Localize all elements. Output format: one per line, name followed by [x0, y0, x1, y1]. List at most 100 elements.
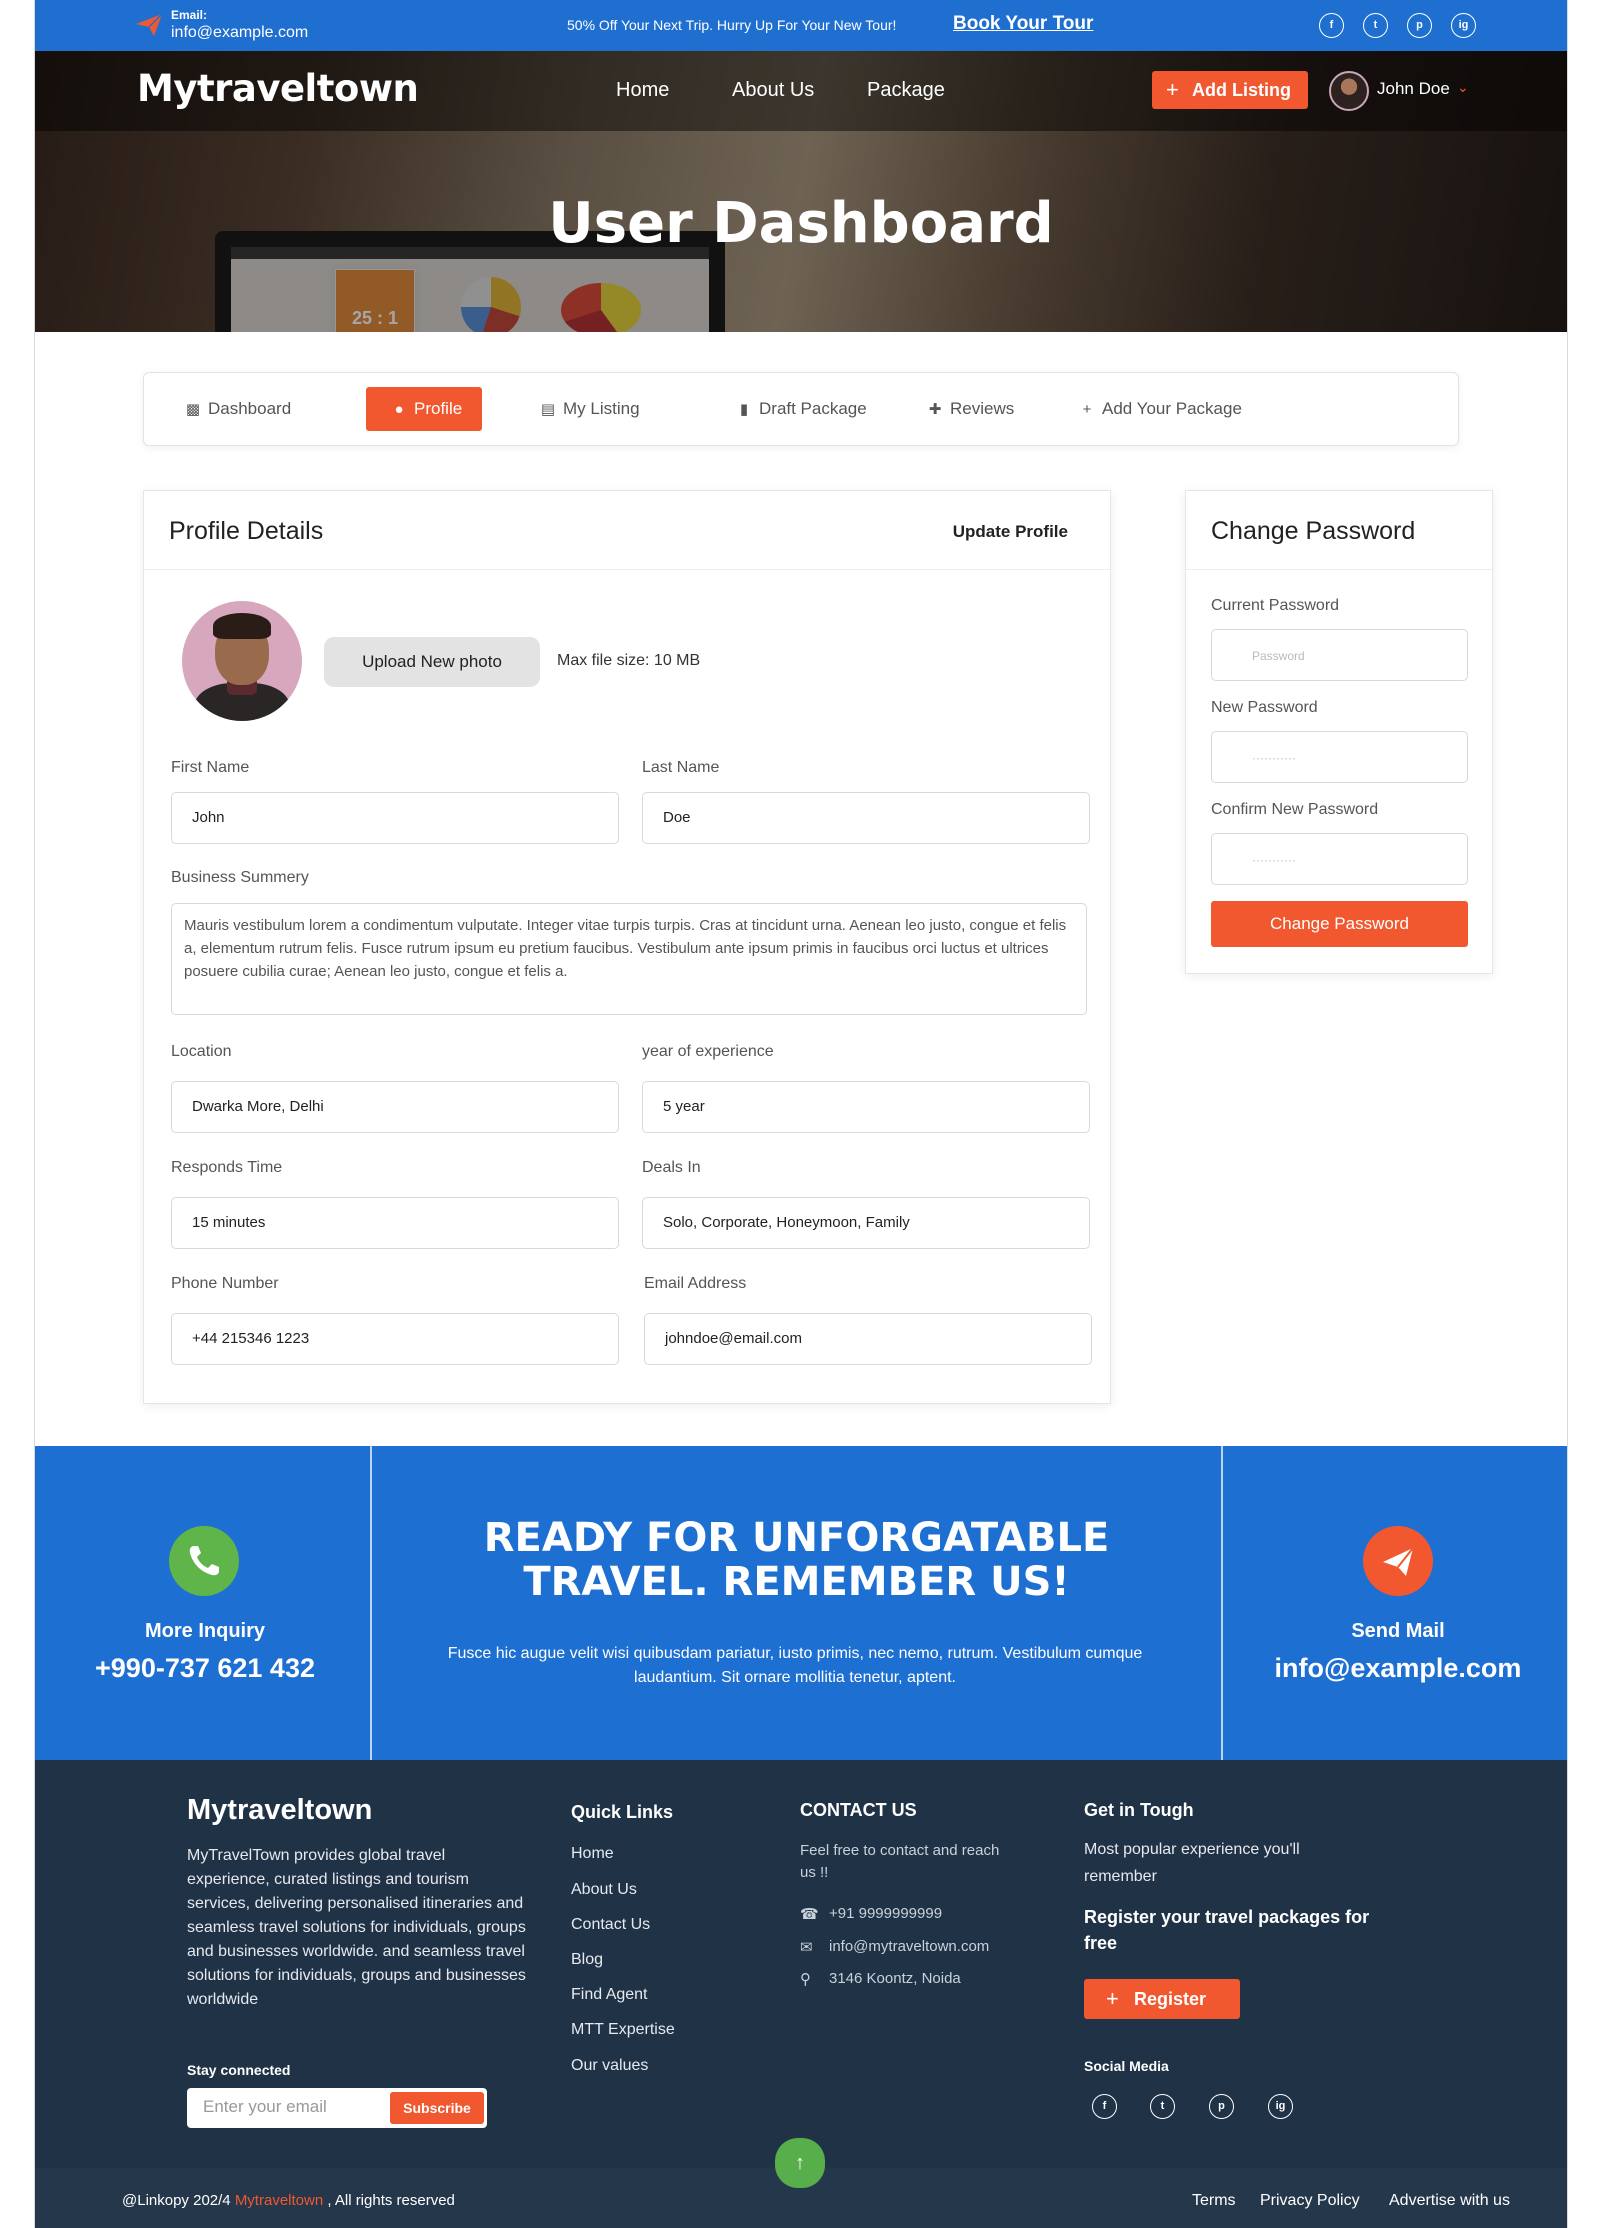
password-title: Change Password [1211, 517, 1416, 545]
twitter-icon[interactable]: t [1363, 13, 1388, 38]
chevron-down-icon[interactable]: ⌄ [1457, 79, 1469, 96]
footer-phone[interactable]: +91 9999999999 [829, 1905, 942, 1922]
cta-banner: More Inquiry +990-737 621 432 READY FOR … [35, 1446, 1567, 1760]
update-profile-button[interactable]: Update Profile [953, 522, 1068, 542]
site-logo[interactable]: Mytraveltown [137, 67, 419, 110]
last-name-field[interactable]: Doe [642, 792, 1090, 844]
nav-package[interactable]: Package [867, 79, 945, 102]
footer-link-find-agent[interactable]: Find Agent [571, 1986, 648, 2004]
instagram-icon[interactable]: ig [1268, 2094, 1293, 2119]
inquiry-phone[interactable]: +990-737 621 432 [65, 1653, 345, 1684]
last-name-label: Last Name [642, 759, 720, 776]
book-tour-link[interactable]: Book Your Tour [953, 13, 1093, 35]
footer-link-about[interactable]: About Us [571, 1881, 637, 1899]
experience-label: year of experience [642, 1043, 774, 1060]
deals-in-field[interactable]: Solo, Corporate, Honeymoon, Family [642, 1197, 1090, 1249]
file-icon: ▮ [739, 401, 749, 418]
change-password-button[interactable]: Change Password [1211, 901, 1468, 947]
footer-link-blog[interactable]: Blog [571, 1951, 603, 1969]
contact-title: CONTACT US [800, 1800, 917, 1820]
tab-add-your-package[interactable]: + Add Your Package [1078, 387, 1242, 431]
social-media-title: Social Media [1084, 2058, 1169, 2074]
add-listing-button[interactable]: + Add Listing [1152, 71, 1308, 109]
business-summary-field[interactable]: Mauris vestibulum lorem a condimentum vu… [171, 903, 1087, 1015]
footer-link-expertise[interactable]: MTT Expertise [571, 2021, 675, 2039]
email-value[interactable]: info@example.com [171, 24, 308, 42]
profile-details-card: Profile Details Update Profile Upload Ne… [143, 490, 1111, 1404]
footer-about: MyTravelTown provides global travel expe… [187, 1847, 526, 2008]
footer-logo[interactable]: Mytraveltown [187, 1794, 372, 1827]
user-name[interactable]: John Doe [1377, 79, 1450, 99]
current-password-field[interactable]: Password [1211, 629, 1468, 681]
phone-field[interactable]: +44 215346 1223 [171, 1313, 619, 1365]
footer-link-advertise[interactable]: Advertise with us [1389, 2192, 1510, 2210]
newsletter-form: Enter your email Subscribe [187, 2088, 487, 2128]
footer-link-home[interactable]: Home [571, 1845, 614, 1863]
profile-card-header: Profile Details Update Profile [144, 491, 1110, 570]
location-label: Location [171, 1043, 232, 1060]
email-address-field[interactable]: johndoe@email.com [644, 1313, 1092, 1365]
pinterest-icon[interactable]: p [1407, 13, 1432, 38]
experience-field[interactable]: 5 year [642, 1081, 1090, 1133]
profile-photo [182, 601, 302, 721]
max-file-size: Max file size: 10 MB [557, 652, 701, 669]
send-mail-label: Send Mail [1351, 1620, 1445, 1642]
facebook-icon[interactable]: f [1319, 13, 1344, 38]
nav-about-us[interactable]: About Us [732, 79, 814, 102]
first-name-field[interactable]: John [171, 792, 619, 844]
user-icon: ● [394, 401, 404, 418]
footer-email[interactable]: info@mytraveltown.com [829, 1938, 989, 1955]
paper-plane-icon [1363, 1526, 1433, 1596]
newsletter-email-input[interactable]: Enter your email [203, 2097, 327, 2117]
cta-subtext: Fusce hic augue velit wisi quibusdam par… [447, 1645, 1143, 1686]
footer-link-values[interactable]: Our values [571, 2057, 648, 2075]
footer-link-terms[interactable]: Terms [1192, 2192, 1236, 2210]
phone-icon: ☎ [800, 1906, 819, 1923]
profile-title: Profile Details [169, 517, 324, 545]
register-button[interactable]: + Register [1084, 1979, 1240, 2019]
mail-icon: ✉ [800, 1939, 813, 1956]
user-avatar[interactable] [1329, 71, 1369, 111]
pinterest-icon[interactable]: p [1209, 2094, 1234, 2119]
mail-address[interactable]: info@example.com [1258, 1653, 1538, 1684]
deals-in-label: Deals In [642, 1159, 701, 1176]
business-summary-label: Business Summery [171, 869, 309, 886]
register-text: Register your travel packages for free [1084, 1907, 1370, 1953]
tab-my-listing[interactable]: ▤ My Listing [539, 387, 640, 431]
phone-label: Phone Number [171, 1275, 279, 1292]
responds-time-label: Responds Time [171, 1159, 283, 1176]
more-inquiry-label: More Inquiry [144, 1620, 265, 1642]
footer-link-contact[interactable]: Contact Us [571, 1916, 650, 1934]
page-title: User Dashboard [548, 191, 1054, 256]
footer-link-privacy[interactable]: Privacy Policy [1260, 2192, 1360, 2210]
current-password-label: Current Password [1211, 597, 1340, 614]
facebook-icon[interactable]: f [1092, 2094, 1117, 2119]
upload-photo-button[interactable]: Upload New photo [324, 637, 540, 687]
twitter-icon[interactable]: t [1150, 2094, 1175, 2119]
tab-profile[interactable]: ● Profile [366, 387, 483, 431]
copyright-brand[interactable]: Mytraveltown [235, 2192, 323, 2209]
email-address-label: Email Address [644, 1275, 747, 1292]
tab-reviews[interactable]: ✚ Reviews [926, 387, 1015, 431]
confirm-password-field[interactable]: ··········· [1211, 833, 1468, 885]
subscribe-button[interactable]: Subscribe [390, 2092, 484, 2124]
hero-banner: 25 : 1 Mytraveltown Home About Us Packag… [35, 51, 1567, 332]
responds-time-field[interactable]: 15 minutes [171, 1197, 619, 1249]
top-bar: Email: info@example.com 50% Off Your Nex… [35, 0, 1567, 51]
tab-dashboard[interactable]: ▩ Dashboard [184, 387, 291, 431]
copyright: @Linkopy 202/4 Mytraveltown , All rights… [122, 2192, 455, 2209]
list-icon: ▤ [540, 401, 556, 418]
tab-draft-package[interactable]: ▮ Draft Package [735, 387, 867, 431]
plus-icon: + [1166, 77, 1179, 102]
location-field[interactable]: Dwarka More, Delhi [171, 1081, 619, 1133]
contact-intro: Feel free to contact and reach us !! [800, 1842, 1000, 1881]
get-in-touch-title: Get in Tough [1084, 1800, 1194, 1820]
scroll-top-icon[interactable]: ↑ [775, 2138, 825, 2188]
touch-text: Most popular experience you'll remember [1084, 1841, 1300, 1885]
add-listing-label: Add Listing [1192, 80, 1291, 100]
quick-links-title: Quick Links [571, 1802, 674, 1822]
footer-address: 3146 Koontz, Noida [829, 1970, 961, 1987]
new-password-field[interactable]: ··········· [1211, 731, 1468, 783]
instagram-icon[interactable]: ig [1451, 13, 1476, 38]
nav-home[interactable]: Home [616, 79, 669, 102]
